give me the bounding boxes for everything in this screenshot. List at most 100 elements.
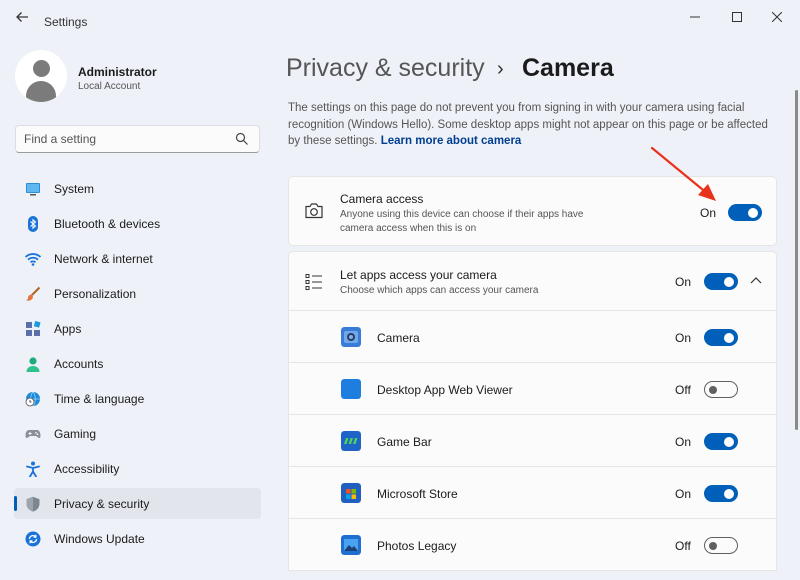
back-button[interactable] [12,10,32,30]
sidebar-item-system[interactable]: System [14,173,261,204]
app-toggle-game-bar[interactable] [704,433,738,450]
sidebar-item-label: Personalization [54,287,137,301]
brush-icon [26,286,41,301]
maximize-icon [732,12,742,22]
app-row-desktop-web-viewer: Desktop App Web Viewer Off [288,363,777,415]
app-name: Camera [377,331,420,345]
sidebar-item-label: Bluetooth & devices [54,217,161,231]
web-viewer-app-icon [341,379,361,399]
avatar-body [26,81,56,102]
toggle-knob [709,541,717,550]
camera-access-title: Camera access [340,192,424,206]
app-state: On [675,435,692,449]
search-icon[interactable] [235,132,249,146]
back-arrow-icon [16,12,28,22]
sidebar-item-label: Network & internet [54,252,153,266]
sidebar-item-accessibility[interactable]: Accessibility [14,453,261,484]
photos-app-icon [341,535,361,555]
sidebar: Administrator Local Account System Bluet… [0,40,272,580]
search-box[interactable] [15,125,260,153]
sidebar-item-label: Apps [54,322,82,336]
app-state: On [675,331,692,345]
sidebar-item-label: Windows Update [54,532,145,546]
chevron-up-icon[interactable] [750,276,762,286]
app-state: Off [675,383,691,397]
sidebar-item-privacy-security[interactable]: Privacy & security [14,488,261,519]
breadcrumb-parent[interactable]: Privacy & security [286,54,485,83]
toggle-knob [709,385,717,394]
user-name: Administrator [78,65,157,79]
apps-access-title: Let apps access your camera [340,268,497,282]
title-bar: Settings [0,0,800,40]
toggle-knob [724,436,734,447]
store-app-icon [341,483,361,503]
annotation-arrow-icon [650,146,716,201]
camera-icon [305,203,323,219]
bluetooth-icon [28,216,38,232]
sidebar-item-gaming[interactable]: Gaming [14,418,261,449]
sidebar-item-windows-update[interactable]: Windows Update [14,523,261,554]
refresh-icon [25,531,41,547]
camera-access-subtitle-1: Anyone using this device can choose if t… [340,209,584,220]
apps-access-subtitle: Choose which apps can access your camera [340,285,539,296]
game-bar-app-icon [341,431,361,451]
apps-access-toggle[interactable] [704,273,738,290]
camera-access-subtitle-2: camera access when this is on [340,223,477,234]
app-row-game-bar: Game Bar On [288,415,777,467]
user-account-type: Local Account [78,81,141,92]
toggle-knob [748,207,758,218]
app-name: Desktop App Web Viewer [377,383,513,397]
close-button[interactable] [762,8,792,28]
accessibility-icon [26,461,40,477]
sidebar-item-label: Privacy & security [54,497,150,511]
list-icon [305,274,322,290]
app-row-photos-legacy: Photos Legacy Off [288,519,777,571]
app-name: Microsoft Store [377,487,458,501]
learn-more-link[interactable]: Learn more about camera [381,135,522,147]
toggle-knob [724,332,734,343]
maximize-button[interactable] [722,8,752,28]
window-title: Settings [44,15,88,29]
wifi-icon [25,253,41,266]
app-row-camera: Camera On [288,311,777,363]
apps-icon [26,321,41,336]
app-toggle-desktop-web-viewer[interactable] [704,381,738,398]
page-title: Camera [522,54,614,82]
sidebar-item-label: System [54,182,95,196]
app-name: Photos Legacy [377,539,457,553]
camera-app-icon [341,327,361,347]
sidebar-item-accounts[interactable]: Accounts [14,348,261,379]
sidebar-item-personalization[interactable]: Personalization [14,278,261,309]
scrollbar[interactable] [795,90,798,430]
app-row-microsoft-store: Microsoft Store On [288,467,777,519]
sidebar-item-label: Gaming [54,427,97,441]
monitor-icon [26,183,40,196]
gamepad-icon [25,430,41,438]
app-toggle-photos-legacy[interactable] [704,537,738,554]
globe-clock-icon [25,391,40,407]
sidebar-item-network[interactable]: Network & internet [14,243,261,274]
shield-icon [26,496,40,512]
search-input[interactable] [24,131,224,147]
toggle-knob [724,488,734,499]
toggle-knob [724,276,734,287]
close-icon [771,11,783,23]
avatar-head [33,60,50,77]
apps-access-state: On [675,275,692,289]
sidebar-item-label: Accounts [54,357,104,371]
app-state: Off [675,539,691,553]
minimize-icon [690,16,700,18]
app-state: On [675,487,692,501]
sidebar-item-bluetooth[interactable]: Bluetooth & devices [14,208,261,239]
app-toggle-microsoft-store[interactable] [704,485,738,502]
sidebar-item-label: Accessibility [54,462,120,476]
app-toggle-camera[interactable] [704,329,738,346]
sidebar-item-apps[interactable]: Apps [14,313,261,344]
sidebar-item-time-language[interactable]: Time & language [14,383,261,414]
main-content: Privacy & security › Camera The settings… [272,40,800,580]
app-name: Game Bar [377,435,432,449]
breadcrumb-separator: › [497,58,504,80]
apps-access-card[interactable]: Let apps access your camera Choose which… [288,251,777,311]
minimize-button[interactable] [680,8,710,28]
avatar[interactable] [15,50,67,102]
